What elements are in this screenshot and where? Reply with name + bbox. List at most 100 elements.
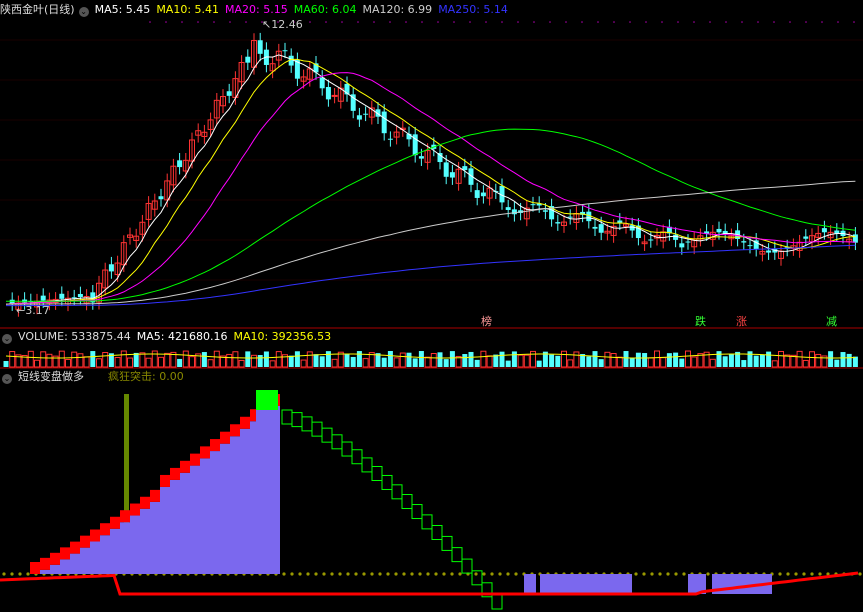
indicator-step-fill xyxy=(160,486,170,574)
chart-canvas[interactable] xyxy=(0,0,863,612)
indicator-baseline-dot xyxy=(346,572,350,576)
candle-body xyxy=(40,295,46,301)
grid-dot xyxy=(149,21,151,23)
volume-bar xyxy=(766,351,772,367)
indicator-baseline-dot xyxy=(666,572,670,576)
volume-bar xyxy=(499,351,505,367)
candle-body xyxy=(474,190,480,198)
grid-dot xyxy=(725,21,727,23)
volume-bar xyxy=(399,352,406,368)
volume-bar xyxy=(127,357,133,368)
volume-bar xyxy=(722,356,728,367)
tag-jian: 减 xyxy=(826,315,837,328)
indicator-baseline-dot xyxy=(858,572,862,576)
indicator-decline-step xyxy=(451,547,463,563)
stock-title: 陕西金叶(日线) xyxy=(0,3,75,16)
grid-dot xyxy=(501,21,503,23)
indicator-decline-step xyxy=(411,504,423,520)
grid-dot xyxy=(837,21,839,23)
indicator-decline-step xyxy=(331,434,343,450)
volume-bar xyxy=(437,352,443,367)
indicator-step-fill xyxy=(130,515,140,574)
volume-bar xyxy=(840,352,846,367)
volume-ma10: MA10: 392356.53 xyxy=(233,330,332,343)
indicator-step-fill xyxy=(120,522,130,574)
indicator-step-fill xyxy=(170,479,180,574)
volume-bar xyxy=(716,351,722,367)
grid-dot xyxy=(565,21,567,23)
volume-bar xyxy=(685,350,691,368)
indicator-step-cap xyxy=(90,529,100,542)
indicator-header: ⌄ 短线变盘做多 疯狂突击: 0.00 xyxy=(0,369,190,385)
indicator-decline-step xyxy=(421,514,433,530)
grid-dot xyxy=(373,21,375,23)
indicator-baseline-dot xyxy=(322,572,326,576)
volume-bar xyxy=(177,358,183,367)
indicator-step-cap xyxy=(200,446,210,459)
indicator-decline-step xyxy=(391,484,403,500)
indicator-step-fill xyxy=(70,553,80,574)
volume-bar xyxy=(523,354,530,368)
candle-body xyxy=(648,239,654,241)
indicator-step-cap xyxy=(70,541,80,554)
indicator-baseline-dot xyxy=(290,572,294,576)
volume-label: VOLUME: 533875.44 xyxy=(18,330,131,343)
volume-bar xyxy=(65,359,71,368)
ma-legend-item: MA60: 6.04 xyxy=(293,3,357,16)
grid-dot xyxy=(597,21,599,23)
volume-chevron-icon[interactable]: ⌄ xyxy=(2,334,12,344)
volume-bar xyxy=(251,354,257,368)
indicator-step-cap xyxy=(180,460,190,473)
volume-bar xyxy=(629,358,635,367)
indicator-decline-step xyxy=(281,409,293,425)
volume-bar xyxy=(306,351,313,368)
indicator-step-cap xyxy=(220,431,230,444)
indicator-baseline-dot xyxy=(394,572,398,576)
volume-bar xyxy=(182,350,189,368)
indicator-baseline-dot xyxy=(642,572,646,576)
volume-bar xyxy=(406,352,412,367)
indicator-baseline-dot xyxy=(330,572,334,576)
grid-dot xyxy=(693,21,695,23)
volume-bar xyxy=(635,352,641,367)
indicator-baseline-dot xyxy=(810,572,814,576)
indicator-baseline-dot xyxy=(434,572,438,576)
indicator-chevron-icon[interactable]: ⌄ xyxy=(2,374,12,384)
grid-dot xyxy=(405,21,407,23)
candle-body xyxy=(480,192,486,197)
indicator-step-fill xyxy=(40,569,50,574)
candle-body xyxy=(530,204,536,206)
indicator-baseline-dot xyxy=(634,572,638,576)
indicator-block xyxy=(524,574,536,594)
volume-bar xyxy=(642,353,648,367)
volume-bar xyxy=(834,359,840,367)
high-price-label: ↖12.46 xyxy=(262,18,303,31)
grid-dot xyxy=(773,21,775,23)
indicator-step-cap xyxy=(130,503,140,516)
settings-chevron-icon[interactable]: ⌄ xyxy=(78,7,89,17)
volume-bar xyxy=(151,350,158,368)
volume-bar xyxy=(610,353,617,368)
volume-bar xyxy=(331,358,338,368)
grid-dot xyxy=(741,21,743,23)
volume-bar xyxy=(158,356,164,368)
indicator-baseline-dot xyxy=(650,572,654,576)
indicator-step-fill xyxy=(240,428,250,574)
grid-dot xyxy=(613,21,615,23)
volume-bar xyxy=(778,350,784,368)
volume-bar xyxy=(430,353,437,368)
grid-dot xyxy=(677,21,679,23)
volume-bar xyxy=(480,350,487,368)
volume-bar xyxy=(207,359,214,368)
candle-body xyxy=(542,210,548,212)
ma-line xyxy=(5,72,856,305)
grid-dot xyxy=(709,21,711,23)
candle-body xyxy=(685,241,691,243)
candle-body xyxy=(617,220,623,223)
volume-bar xyxy=(3,361,9,367)
candle-body xyxy=(852,234,858,243)
candle-body xyxy=(282,50,288,52)
candle-body xyxy=(511,209,517,215)
grid-dot xyxy=(581,21,583,23)
volume-bar xyxy=(288,355,294,367)
